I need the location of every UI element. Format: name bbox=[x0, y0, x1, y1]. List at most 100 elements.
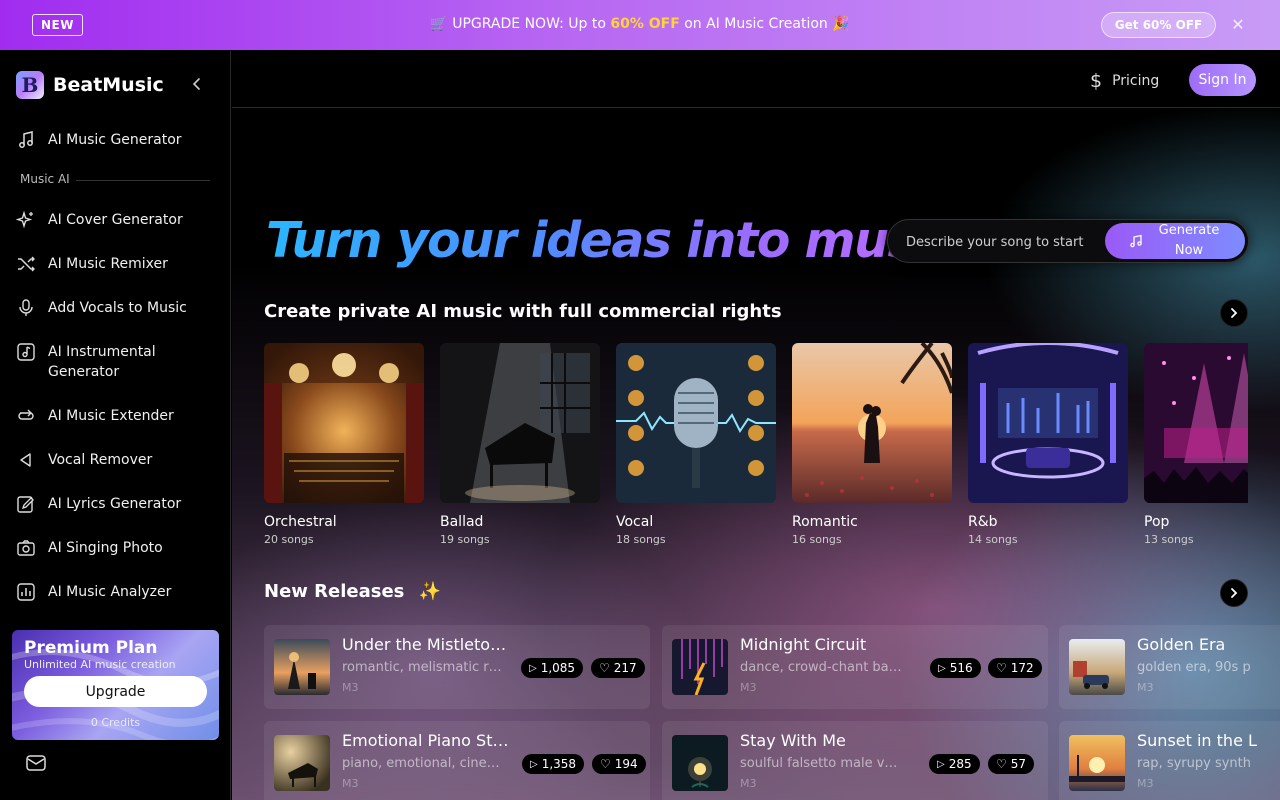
genre-card-vocal[interactable]: Vocal 18 songs bbox=[616, 343, 776, 546]
genre-card-romantic[interactable]: Romantic 16 songs bbox=[792, 343, 952, 546]
sidebar-item-vocal-remover[interactable]: Vocal Remover bbox=[16, 450, 216, 470]
release-title: Sunset in the L bbox=[1137, 731, 1257, 750]
genre-card-rnb[interactable]: R&b 14 songs bbox=[968, 343, 1128, 546]
pricing-label: Pricing bbox=[1112, 73, 1160, 89]
heart-icon: ♡ bbox=[600, 757, 611, 771]
sidebar-item-ai-music-analyzer[interactable]: AI Music Analyzer bbox=[16, 582, 216, 602]
brand[interactable]: B BeatMusic bbox=[16, 71, 164, 99]
release-model: M3 bbox=[740, 777, 757, 790]
sidebar: B BeatMusic AI Music Generator Music AI … bbox=[0, 51, 231, 800]
genres-next-button[interactable] bbox=[1220, 299, 1248, 327]
genre-song-count: 14 songs bbox=[968, 533, 1018, 546]
release-card[interactable]: Stay With Me soulful falsetto male vocal… bbox=[662, 721, 1048, 800]
sidebar-item-label: AI Music Remixer bbox=[48, 256, 168, 272]
loop-icon bbox=[18, 409, 34, 420]
heart-icon: ♡ bbox=[996, 661, 1007, 675]
hero-title: Turn your ideas into music bbox=[266, 212, 959, 269]
like-count[interactable]: ♡ 217 bbox=[591, 658, 645, 678]
shuffle-icon bbox=[18, 256, 35, 272]
mail-icon[interactable] bbox=[26, 755, 46, 771]
genre-thumbnail bbox=[968, 343, 1128, 503]
play-count[interactable]: ▷ 1,085 bbox=[521, 658, 584, 678]
genre-song-count: 13 songs bbox=[1144, 533, 1194, 546]
genre-thumbnail bbox=[792, 343, 952, 503]
sidebar-item-label: AI Music Extender bbox=[48, 408, 174, 424]
releases-next-button[interactable] bbox=[1220, 579, 1248, 607]
release-card[interactable]: Midnight Circuit dance, crowd-chant back… bbox=[662, 625, 1048, 709]
genre-name: Orchestral bbox=[264, 514, 337, 530]
new-releases-label: New Releases bbox=[264, 581, 405, 602]
upgrade-button[interactable]: Upgrade bbox=[24, 676, 207, 707]
dollar-icon: $ bbox=[1090, 70, 1103, 92]
like-count-value: 217 bbox=[613, 661, 637, 675]
sidebar-item-ai-cover-generator[interactable]: AI Cover Generator bbox=[16, 210, 216, 230]
release-model: M3 bbox=[342, 681, 359, 694]
genre-thumbnail bbox=[440, 343, 600, 503]
genres-section-title: Create private AI music with full commer… bbox=[264, 301, 782, 322]
pricing-link[interactable]: $ Pricing bbox=[1090, 70, 1159, 92]
play-count[interactable]: ▷ 1,358 bbox=[522, 754, 585, 774]
collapse-sidebar-icon[interactable] bbox=[189, 75, 205, 93]
release-card[interactable]: Golden Era golden era, 90s p M3 bbox=[1059, 625, 1280, 709]
heart-icon: ♡ bbox=[996, 757, 1007, 771]
release-thumbnail bbox=[274, 735, 330, 791]
release-tags: rap, syrupy synth bbox=[1137, 756, 1251, 771]
release-card[interactable]: Under the Mistletoe ... romantic, melism… bbox=[264, 625, 650, 709]
generate-now-button[interactable]: Generate Now bbox=[1105, 223, 1245, 259]
play-icon: ▷ bbox=[937, 758, 945, 770]
play-count-value: 1,085 bbox=[540, 661, 576, 675]
release-model: M3 bbox=[1137, 681, 1154, 694]
promo-highlight: 60% OFF bbox=[610, 16, 680, 32]
genre-thumbnail bbox=[616, 343, 776, 503]
release-tags: soulful falsetto male vocal... bbox=[740, 756, 902, 771]
release-model: M3 bbox=[1137, 777, 1154, 790]
release-thumbnail bbox=[672, 735, 728, 791]
release-card[interactable]: Emotional Piano Story piano, emotional, … bbox=[264, 721, 650, 800]
release-title: Golden Era bbox=[1137, 635, 1226, 654]
release-card[interactable]: Sunset in the L rap, syrupy synth M3 bbox=[1059, 721, 1280, 800]
cart-icon: 🛒 bbox=[430, 16, 448, 32]
sign-in-button[interactable]: Sign In bbox=[1189, 64, 1256, 96]
sparkles-icon: ✨ bbox=[418, 581, 442, 602]
camera-icon bbox=[17, 540, 35, 556]
promo-banner: NEW 🛒 UPGRADE NOW: Up to 60% OFF on AI M… bbox=[0, 0, 1280, 50]
sidebar-item-label: AI Music Analyzer bbox=[48, 584, 172, 600]
get-discount-button[interactable]: Get 60% OFF bbox=[1101, 12, 1216, 38]
genre-card-pop[interactable]: Pop 13 songs bbox=[1144, 343, 1248, 546]
like-count-value: 194 bbox=[614, 757, 638, 771]
party-icon: 🎉 bbox=[832, 16, 850, 32]
sidebar-item-ai-lyrics-generator[interactable]: AI Lyrics Generator bbox=[16, 494, 216, 514]
sidebar-item-label: AI Music Generator bbox=[48, 132, 182, 148]
genres-carousel: Orchestral 20 songs Ballad 19 songs Voca… bbox=[264, 343, 1248, 553]
sidebar-item-label: Add Vocals to Music bbox=[48, 300, 187, 316]
microphone-icon bbox=[19, 299, 33, 316]
release-model: M3 bbox=[342, 777, 359, 790]
like-count[interactable]: ♡ 194 bbox=[592, 754, 646, 774]
play-count[interactable]: ▷ 285 bbox=[929, 754, 980, 774]
like-count[interactable]: ♡ 57 bbox=[988, 754, 1035, 774]
sidebar-item-ai-instrumental-generator[interactable]: AI Instrumental Generator bbox=[16, 342, 216, 382]
sidebar-item-ai-music-generator[interactable]: AI Music Generator bbox=[16, 130, 216, 150]
genre-thumbnail bbox=[264, 343, 424, 503]
sidebar-item-ai-music-remixer[interactable]: AI Music Remixer bbox=[16, 254, 216, 274]
play-count-value: 516 bbox=[949, 661, 973, 675]
like-count[interactable]: ♡ 172 bbox=[988, 658, 1042, 678]
song-description-input[interactable] bbox=[906, 232, 1088, 252]
sidebar-item-ai-music-extender[interactable]: AI Music Extender bbox=[16, 406, 216, 426]
sparkles-icon bbox=[16, 210, 33, 229]
genre-name: Pop bbox=[1144, 514, 1170, 530]
brand-logo: B bbox=[16, 71, 44, 99]
genre-card-orchestral[interactable]: Orchestral 20 songs bbox=[264, 343, 424, 546]
heart-icon: ♡ bbox=[599, 661, 610, 675]
play-count[interactable]: ▷ 516 bbox=[930, 658, 981, 678]
close-icon[interactable]: ✕ bbox=[1229, 15, 1247, 34]
sidebar-item-label: AI Cover Generator bbox=[48, 212, 183, 228]
sidebar-item-add-vocals[interactable]: Add Vocals to Music bbox=[16, 298, 216, 318]
play-icon: ▷ bbox=[938, 662, 946, 674]
genre-name: R&b bbox=[968, 514, 998, 530]
brand-name: BeatMusic bbox=[53, 74, 164, 96]
genre-card-ballad[interactable]: Ballad 19 songs bbox=[440, 343, 600, 546]
release-tags: golden era, 90s p bbox=[1137, 660, 1251, 675]
sidebar-item-ai-singing-photo[interactable]: AI Singing Photo bbox=[16, 538, 216, 558]
release-tags: piano, emotional, cinem... bbox=[342, 756, 504, 771]
